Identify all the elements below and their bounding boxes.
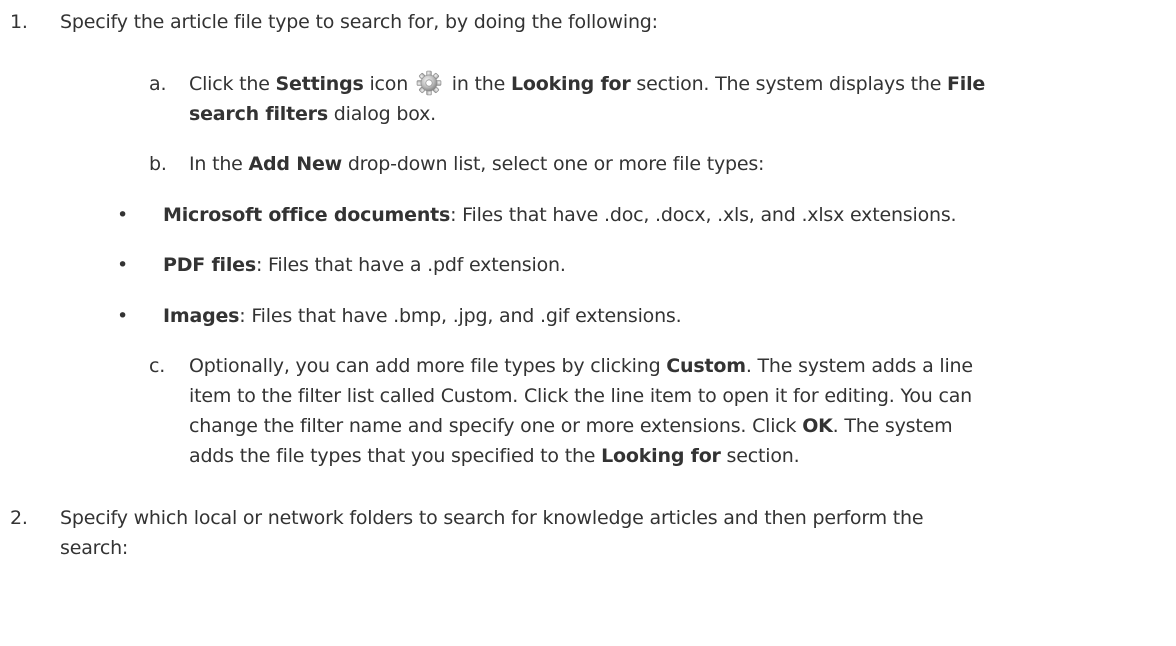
file-label: File	[947, 73, 986, 95]
list-item-title: Images	[163, 305, 240, 327]
substep-c-line-4: adds the file types that you specified t…	[189, 445, 800, 467]
ok-label: OK	[802, 415, 833, 437]
substep-letter: a.	[149, 73, 167, 95]
custom-label: Custom	[666, 355, 746, 377]
search-filters-label: search filters	[189, 103, 328, 125]
settings-label: Settings	[275, 73, 364, 95]
bullet: •	[117, 204, 129, 226]
step-number: 2.	[10, 507, 28, 529]
bullet: •	[117, 305, 129, 327]
substep-c-line-1: Optionally, you can add more file types …	[189, 355, 973, 377]
substep-letter: c.	[149, 355, 166, 377]
list-item-title: PDF files	[163, 254, 256, 276]
looking-for-label: Looking for	[510, 73, 631, 95]
step-text: Specify the article file type to search …	[60, 11, 658, 33]
list-item-title: Microsoft office documents	[163, 204, 451, 226]
substep-c-line-3: change the filter name and specify one o…	[189, 415, 953, 437]
gear-icon	[416, 70, 442, 96]
step-text-line-1: Specify which local or network folders t…	[60, 507, 924, 529]
bullet: •	[117, 254, 129, 276]
looking-for-label: Looking for	[601, 445, 721, 467]
substep-a-line-1: Click the Settings icon in the Looking f…	[189, 70, 985, 98]
substep-a-line-2: search filters dialog box.	[189, 103, 436, 125]
substep-c-line-2: item to the filter list called Custom. C…	[189, 385, 972, 407]
list-item-text: : Files that have .doc, .docx, .xls, and…	[450, 204, 957, 226]
add-new-label: Add New	[248, 153, 343, 175]
list-item-text: : Files that have a .pdf extension.	[255, 254, 566, 276]
substep-letter: b.	[149, 153, 167, 175]
step-text-line-2: search:	[60, 537, 129, 559]
list-item-text: : Files that have .bmp, .jpg, and .gif e…	[239, 305, 682, 327]
step-number: 1.	[10, 11, 28, 33]
substep-b-line: In the Add New drop-down list, select on…	[189, 153, 765, 175]
